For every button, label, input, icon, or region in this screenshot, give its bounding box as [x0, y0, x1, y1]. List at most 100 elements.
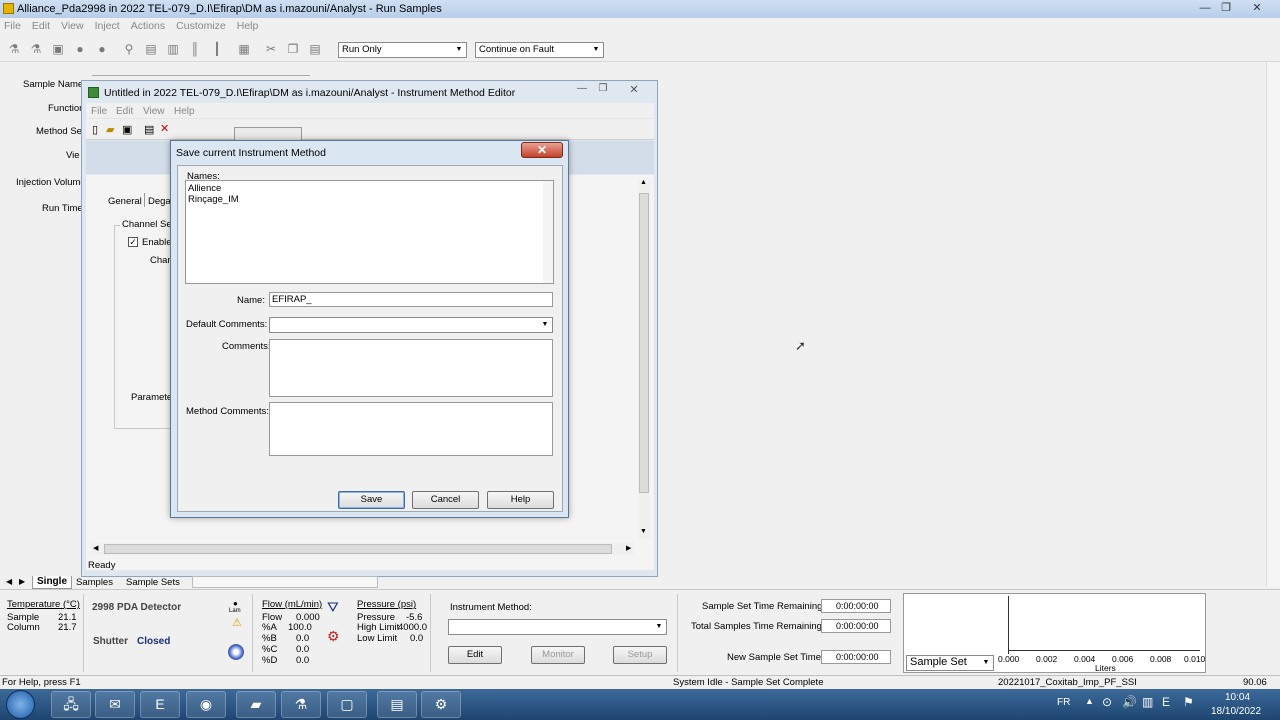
scroll-right-icon[interactable]: ▶: [626, 544, 631, 552]
editor-horizontal-scrollbar[interactable]: ◀ ▶: [90, 543, 634, 555]
outlook-icon[interactable]: ✉: [95, 691, 135, 718]
save-icon[interactable]: ▣: [49, 40, 67, 58]
copy-icon[interactable]: ❐: [284, 40, 302, 58]
open-folder-icon[interactable]: ▰: [106, 123, 114, 136]
pause-icon[interactable]: ●: [93, 40, 111, 58]
menu-help[interactable]: Help: [237, 20, 259, 32]
default-comments-select[interactable]: ▼: [269, 317, 553, 333]
cut-icon[interactable]: ✂: [262, 40, 280, 58]
list-item[interactable]: Rinçage_IM: [188, 194, 239, 205]
menu-inject[interactable]: Inject: [95, 20, 120, 32]
setup-button[interactable]: Setup: [613, 646, 667, 664]
editor-menu-view[interactable]: View: [143, 106, 165, 117]
chevron-down-icon[interactable]: ▼: [980, 657, 992, 669]
horizontal-scroll-thumb[interactable]: [104, 544, 612, 554]
tray-icon[interactable]: ▥: [164, 40, 182, 58]
tools-app-icon[interactable]: ⚙: [421, 691, 461, 718]
network-app-icon[interactable]: 🖧: [51, 691, 91, 718]
pump-icon[interactable]: ⛛: [327, 599, 339, 616]
empower-icon[interactable]: Ε: [140, 691, 180, 718]
instrument-method-select[interactable]: ▼: [448, 619, 667, 635]
editor-menu-edit[interactable]: Edit: [116, 106, 133, 117]
folder-app-icon[interactable]: ▤: [377, 691, 417, 718]
menu-actions[interactable]: Actions: [131, 20, 165, 32]
tab-prev-icon[interactable]: ◀: [6, 577, 12, 586]
cancel-button[interactable]: Cancel: [412, 491, 479, 509]
detector-status-icon[interactable]: [228, 644, 244, 660]
menu-view[interactable]: View: [61, 20, 84, 32]
grid-icon[interactable]: ▦: [235, 40, 253, 58]
channels-icon[interactable]: ┃: [208, 40, 226, 58]
menu-edit[interactable]: Edit: [32, 20, 50, 32]
editor-menu-file[interactable]: File: [91, 106, 107, 117]
clock-date[interactable]: 18/10/2022: [1211, 706, 1261, 717]
network-tray-icon[interactable]: ▥: [1142, 695, 1153, 709]
maximize-icon[interactable]: ❐: [1217, 1, 1235, 15]
tab-sample-sets[interactable]: Sample Sets: [126, 577, 180, 588]
delete-icon[interactable]: ✕: [160, 122, 169, 135]
vial-icon[interactable]: ▤: [142, 40, 160, 58]
chevron-down-icon[interactable]: ▼: [653, 621, 665, 633]
editor-menu-help[interactable]: Help: [174, 106, 195, 117]
start-button-icon[interactable]: [6, 690, 35, 719]
tray-expand-icon[interactable]: ▲: [1085, 696, 1094, 706]
report-icon[interactable]: ▤: [144, 123, 154, 136]
gauge-select[interactable]: Sample Set ▼: [906, 655, 994, 671]
chevron-down-icon[interactable]: ▼: [590, 44, 602, 56]
columns-icon[interactable]: ║: [186, 40, 204, 58]
tab-single[interactable]: Single: [32, 576, 72, 589]
editor-close-icon[interactable]: ✕: [625, 83, 643, 97]
menu-file[interactable]: File: [4, 20, 21, 32]
tab-next-icon[interactable]: ▶: [19, 577, 25, 586]
chrome-icon[interactable]: ◉: [186, 691, 226, 718]
paste-icon[interactable]: ▤: [306, 40, 324, 58]
editor-maximize-icon[interactable]: ❐: [594, 83, 612, 97]
tray-app-icon[interactable]: ⊙: [1102, 695, 1112, 709]
inject-icon[interactable]: ⚲: [120, 40, 138, 58]
chevron-down-icon[interactable]: ▼: [539, 319, 551, 331]
minimize-icon[interactable]: —: [1196, 1, 1214, 15]
menu-customize[interactable]: Customize: [176, 20, 226, 32]
volume-icon[interactable]: 🔊: [1122, 695, 1137, 709]
tab-samples[interactable]: Samples: [76, 577, 113, 588]
main-scrollbar[interactable]: [1266, 62, 1280, 587]
scroll-down-icon[interactable]: ▼: [640, 528, 647, 535]
tab-general[interactable]: General: [108, 196, 142, 207]
run-mode-select[interactable]: Run Only ▼: [338, 42, 467, 58]
empower-tray-icon[interactable]: Ε: [1162, 695, 1170, 709]
scroll-left-icon[interactable]: ◀: [93, 544, 98, 552]
tab-degas[interactable]: Dega: [148, 196, 171, 207]
language-indicator[interactable]: FR: [1057, 697, 1070, 708]
editor-instrument-tab[interactable]: [234, 127, 302, 140]
instrument-app-icon[interactable]: ⚗: [281, 691, 321, 718]
names-list[interactable]: Names: Allience Rinçage_IM: [185, 171, 554, 284]
editor-minimize-icon[interactable]: —: [573, 83, 591, 97]
enable-checkbox[interactable]: ✓: [128, 237, 138, 247]
stop-icon[interactable]: ●: [71, 40, 89, 58]
save-button[interactable]: Save: [338, 491, 405, 509]
pump-alarm-icon[interactable]: ⚙: [327, 628, 340, 645]
edit-button[interactable]: Edit: [448, 646, 502, 664]
dialog-close-button[interactable]: ✕: [521, 142, 563, 158]
editor-vertical-scrollbar[interactable]: ▲ ▼: [638, 179, 650, 539]
clock-time[interactable]: 10:04: [1225, 692, 1250, 703]
chevron-down-icon[interactable]: ▼: [453, 44, 465, 56]
vertical-scroll-thumb[interactable]: [639, 193, 649, 493]
method-comments-textarea[interactable]: [269, 402, 553, 456]
save-icon[interactable]: ▣: [122, 123, 132, 136]
run-stop-icon[interactable]: ⚗: [27, 40, 45, 58]
tabs-scrollbar[interactable]: [192, 576, 378, 588]
monitor-button[interactable]: Monitor: [531, 646, 585, 664]
new-file-icon[interactable]: ▯: [92, 123, 98, 136]
scroll-up-icon[interactable]: ▲: [640, 179, 647, 186]
name-input[interactable]: EFIRAP_: [269, 292, 553, 307]
list-item[interactable]: Allience: [188, 183, 221, 194]
comments-textarea[interactable]: [269, 339, 553, 397]
explorer-icon[interactable]: ▰: [236, 691, 276, 718]
fault-mode-select[interactable]: Continue on Fault ▼: [475, 42, 604, 58]
help-button[interactable]: Help: [487, 491, 554, 509]
close-icon[interactable]: ✕: [1248, 1, 1266, 15]
screen-app-icon[interactable]: ▢: [327, 691, 367, 718]
names-scrollbar[interactable]: [543, 181, 553, 283]
run-icon[interactable]: ⚗: [5, 40, 23, 58]
